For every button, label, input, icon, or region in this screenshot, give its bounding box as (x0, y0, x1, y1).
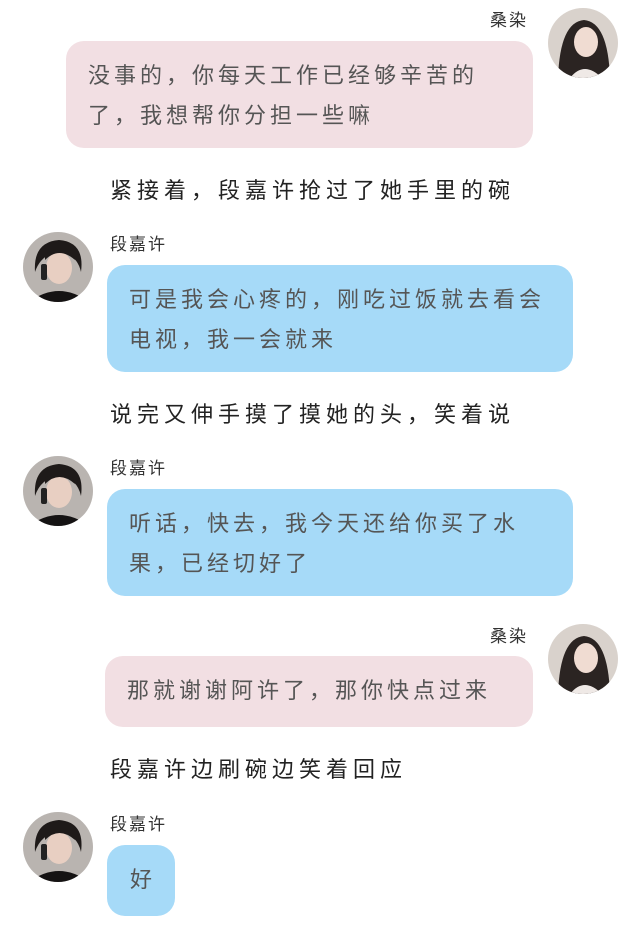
message-bubble-left: 可是我会心疼的，刚吃过饭就去看会电视，我一会就来 (107, 265, 573, 372)
sender-name: 桑染 (490, 627, 528, 647)
female-avatar-icon[interactable] (548, 8, 618, 78)
female-avatar-icon[interactable] (548, 624, 618, 694)
message-bubble-right: 没事的，你每天工作已经够辛苦的了，我想帮你分担一些嘛 (66, 41, 533, 148)
sender-name: 段嘉许 (110, 235, 167, 255)
male-avatar-icon[interactable] (23, 232, 93, 302)
message-bubble-right: 那就谢谢阿许了，那你快点过来 (105, 656, 533, 727)
male-avatar-icon[interactable] (23, 456, 93, 526)
narration-text: 说完又伸手摸了摸她的头，笑着说 (110, 403, 516, 428)
male-avatar-icon[interactable] (23, 812, 93, 882)
narration-text: 紧接着，段嘉许抢过了她手里的碗 (110, 179, 516, 204)
message-bubble-left: 听话，快去，我今天还给你买了水果，已经切好了 (107, 489, 573, 596)
message-bubble-left: 好 (107, 845, 175, 916)
sender-name: 段嘉许 (110, 815, 167, 835)
narration-text: 段嘉许边刷碗边笑着回应 (110, 758, 408, 783)
sender-name: 段嘉许 (110, 459, 167, 479)
sender-name: 桑染 (490, 11, 528, 31)
